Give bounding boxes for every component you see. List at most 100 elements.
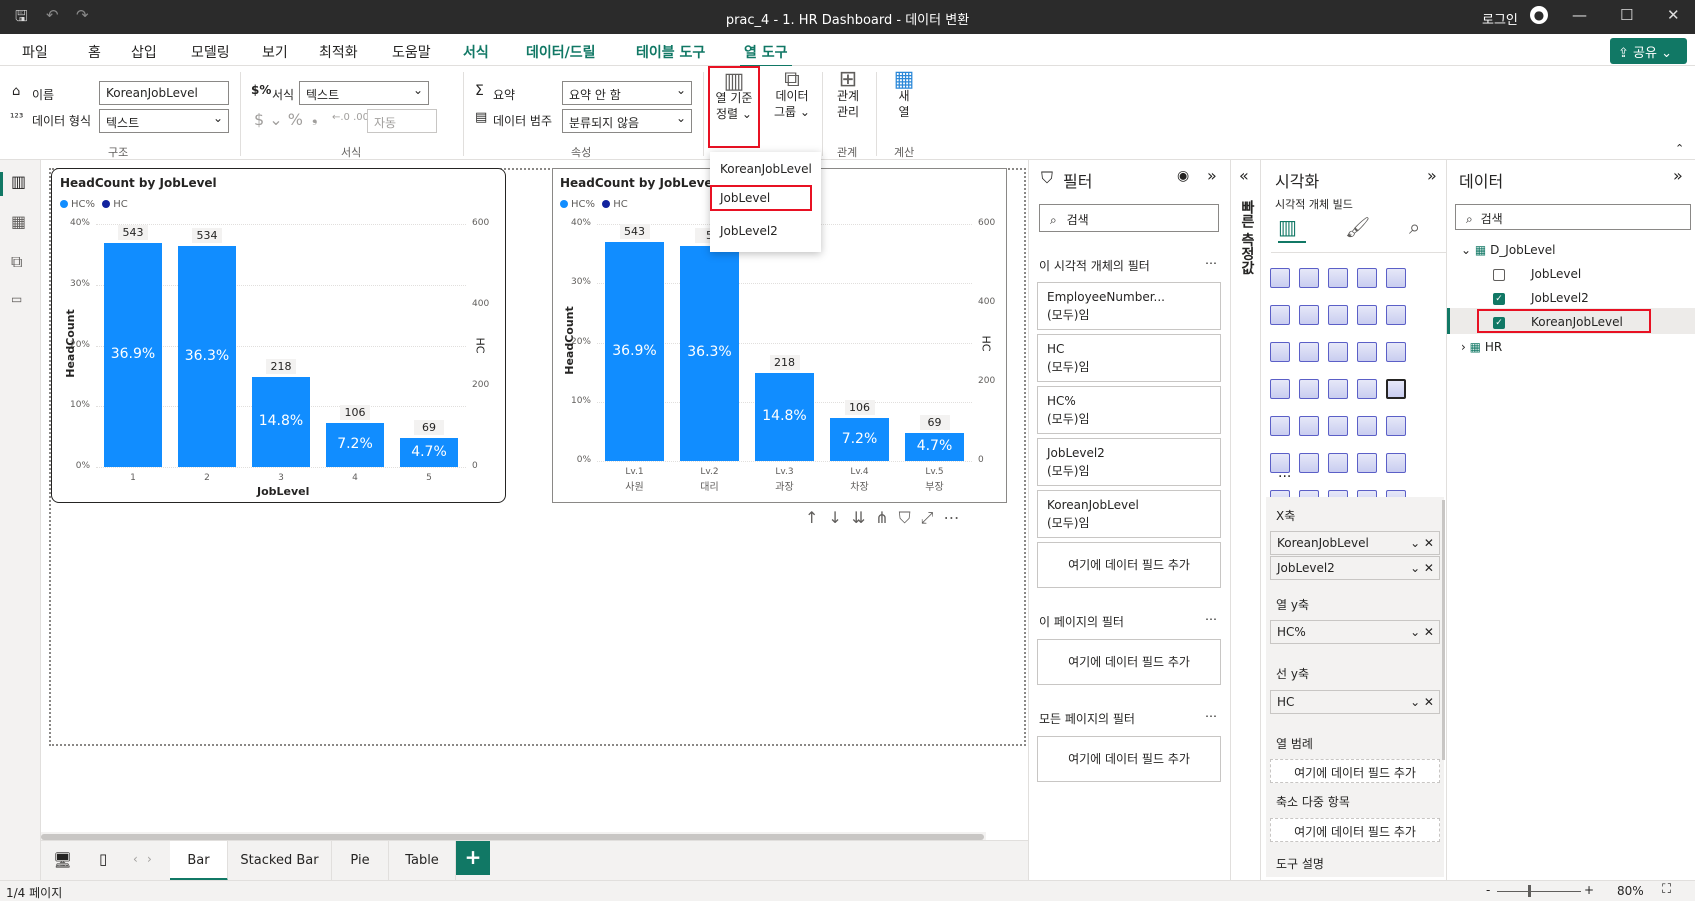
user-icon[interactable]: ● [1530, 6, 1548, 24]
chevron-down-icon[interactable]: ⌄ [1461, 243, 1471, 257]
visual-type-icon[interactable] [1299, 379, 1319, 399]
prev-page-icon[interactable]: ‹ [133, 852, 138, 866]
sort-option-joblevel[interactable]: JobLevel [710, 185, 812, 211]
format-select[interactable]: 텍스트 [299, 81, 429, 105]
fit-to-page-icon[interactable]: ⛶ [1662, 882, 1671, 897]
desktop-layout-icon[interactable]: 🖥 [53, 851, 72, 869]
menu-column-tools[interactable]: 열 도구 [740, 40, 792, 68]
report-view-icon[interactable]: ▥ [11, 172, 26, 191]
menu-optimize[interactable]: 최적화 [315, 40, 362, 64]
visual-type-icon[interactable] [1357, 416, 1377, 436]
visual-type-icon[interactable] [1357, 342, 1377, 362]
menu-file[interactable]: 파일 [18, 40, 52, 64]
visual-type-icon[interactable] [1386, 305, 1406, 325]
collapse-ribbon-icon[interactable]: ⌃ [1675, 142, 1684, 155]
sort-by-column-button[interactable]: ▥ 열 기준 정렬 ⌄ [708, 66, 760, 148]
field-actions-icon[interactable]: ⌄ ✕ [1410, 536, 1434, 550]
visual-type-icon[interactable] [1386, 379, 1406, 399]
hierarchy-icon[interactable]: ⋔ [875, 508, 898, 527]
visual-type-icon[interactable] [1299, 342, 1319, 362]
page-tab-table[interactable]: Table [389, 841, 456, 881]
close-icon[interactable]: ✕ [1667, 6, 1680, 24]
expand-quick-measure-icon[interactable]: « [1239, 166, 1249, 185]
page-tab-stacked-bar[interactable]: Stacked Bar [228, 841, 332, 881]
focus-mode-icon[interactable]: ⤢ [921, 508, 944, 527]
visual-type-icon[interactable] [1386, 342, 1406, 362]
more-icon[interactable]: … [1205, 706, 1217, 720]
visual-type-icon[interactable] [1357, 453, 1377, 473]
login-link[interactable]: 로그인 [1482, 9, 1518, 28]
data-search-input[interactable]: ⌕ 검색 [1455, 204, 1691, 230]
field-actions-icon[interactable]: ⌄ ✕ [1410, 561, 1434, 575]
zoom-in-button[interactable]: + [1584, 883, 1594, 897]
drill-up-icon[interactable]: ↑ [805, 508, 828, 527]
collapse-data-icon[interactable]: » [1673, 166, 1683, 185]
visual-type-icon[interactable] [1328, 268, 1348, 288]
menu-home[interactable]: 홈 [84, 40, 105, 64]
visual-type-icon[interactable] [1386, 453, 1406, 473]
mobile-layout-icon[interactable]: ▯ [99, 850, 107, 868]
filter-card[interactable]: KoreanJobLevel (모두)임 [1037, 490, 1221, 538]
x-axis-field[interactable]: KoreanJobLevel ⌄ ✕ [1270, 531, 1440, 555]
datatype-select[interactable]: 텍스트 [99, 109, 229, 133]
menu-format[interactable]: 서식 [459, 40, 493, 64]
next-page-icon[interactable]: › [147, 852, 152, 866]
visual-type-icon[interactable] [1299, 305, 1319, 325]
visual-type-icon[interactable] [1270, 342, 1290, 362]
add-page-filter-field[interactable]: 여기에 데이터 필드 추가 [1037, 639, 1221, 685]
category-select[interactable]: 분류되지 않음 [562, 109, 692, 133]
visual-type-icon[interactable] [1357, 379, 1377, 399]
data-groups-button[interactable]: ⧉ 데이터 그룹 ⌄ [768, 69, 816, 120]
visual-type-icon[interactable] [1328, 379, 1348, 399]
small-multiples-add-field[interactable]: 여기에 데이터 필드 추가 [1270, 818, 1440, 842]
visual-type-icon[interactable] [1299, 453, 1319, 473]
visual-type-icon[interactable] [1328, 305, 1348, 325]
comma-icon[interactable]: ❟ [312, 110, 318, 126]
field-checkbox[interactable]: ✓ [1493, 292, 1505, 305]
build-visual-icon[interactable]: ▥ [1278, 215, 1306, 243]
collapse-viz-icon[interactable]: » [1427, 166, 1437, 185]
filters-search-input[interactable]: ⌕ 검색 [1039, 204, 1219, 232]
drill-down-icon[interactable]: ↓ [828, 508, 851, 527]
filter-card[interactable]: HC (모두)임 [1037, 334, 1221, 382]
name-input[interactable]: KoreanJobLevel [99, 81, 229, 105]
more-options-icon[interactable]: ⋯ [943, 508, 969, 527]
visual-type-icon[interactable] [1270, 268, 1290, 288]
field-item-selected[interactable]: ✓ KoreanJobLevel [1477, 309, 1651, 333]
filter-card[interactable]: HC% (모두)임 [1037, 386, 1221, 434]
page-tab-bar[interactable]: Bar [170, 841, 228, 881]
table-view-icon[interactable]: ▦ [11, 212, 26, 231]
more-icon[interactable]: … [1205, 253, 1217, 267]
filter-card[interactable]: JobLevel2 (모두)임 [1037, 438, 1221, 486]
x-axis-field[interactable]: JobLevel2 ⌄ ✕ [1270, 556, 1440, 580]
chart-visual-1[interactable]: HeadCount by JobLevel HC% HC HeadCount H… [51, 168, 506, 503]
add-visual-filter-field[interactable]: 여기에 데이터 필드 추가 [1037, 542, 1221, 588]
visual-type-icon[interactable] [1270, 416, 1290, 436]
manage-relationships-button[interactable]: ⊞ 관계 관리 [826, 69, 870, 120]
add-all-filter-field[interactable]: 여기에 데이터 필드 추가 [1037, 736, 1221, 782]
visual-type-icon[interactable] [1357, 268, 1377, 288]
menu-modeling[interactable]: 모델링 [187, 40, 234, 64]
menu-view[interactable]: 보기 [258, 40, 292, 64]
field-actions-icon[interactable]: ⌄ ✕ [1410, 625, 1434, 639]
line-y-field[interactable]: HC ⌄ ✕ [1270, 690, 1440, 714]
page-tab-pie[interactable]: Pie [332, 841, 389, 881]
visual-type-icon[interactable] [1299, 416, 1319, 436]
visual-type-icon[interactable] [1328, 416, 1348, 436]
minimize-icon[interactable]: — [1572, 6, 1587, 24]
chevron-right-icon[interactable]: › [1461, 340, 1466, 354]
field-checkbox[interactable]: ✓ [1493, 316, 1505, 329]
expand-all-icon[interactable]: ⇊ [852, 508, 875, 527]
table-hr[interactable]: › ▦ HR [1461, 340, 1502, 354]
zoom-slider-thumb[interactable] [1528, 885, 1531, 897]
viz-scrollbar[interactable] [1442, 500, 1445, 760]
visual-type-icon[interactable] [1357, 305, 1377, 325]
legend-add-field[interactable]: 여기에 데이터 필드 추가 [1270, 759, 1440, 783]
zoom-slider[interactable] [1497, 891, 1581, 892]
filter-icon[interactable]: ⛉ [899, 508, 921, 527]
visual-type-icon[interactable] [1328, 453, 1348, 473]
visual-type-icon[interactable] [1328, 342, 1348, 362]
field-item[interactable]: ✓ JobLevel2 [1493, 291, 1589, 305]
sort-option-joblevel2[interactable]: JobLevel2 [710, 218, 821, 244]
table-d-joblevel[interactable]: ⌄ ▦ D_JobLevel [1461, 243, 1555, 257]
